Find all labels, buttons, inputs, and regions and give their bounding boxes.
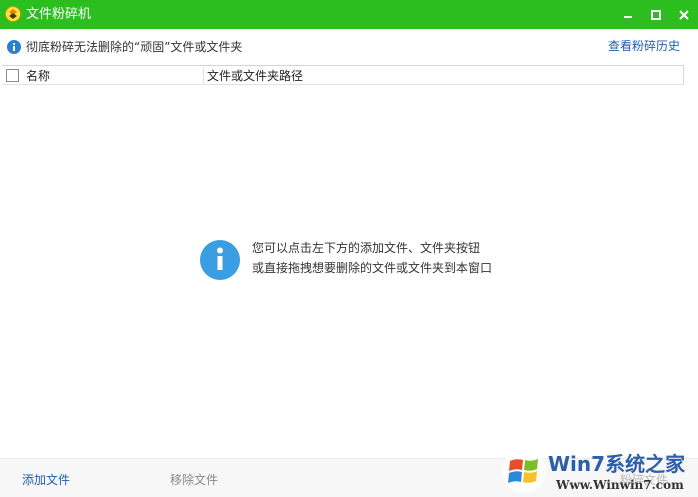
empty-hint-line-1: 您可以点击左下方的添加文件、文件夹按钮 [252,241,481,255]
maximize-icon [651,9,661,20]
file-list[interactable]: 您可以点击左下方的添加文件、文件夹按钮 或直接拖拽想要删除的文件或文件夹到本窗口 [2,86,696,458]
title-bar[interactable]: 文件粉碎机 [0,0,698,29]
select-all-checkbox[interactable] [6,69,19,82]
column-header-name[interactable]: 名称 [26,69,50,83]
shredder-logo-icon [5,6,21,22]
close-button[interactable] [670,0,698,29]
maximize-button[interactable] [642,0,670,29]
file-shredder-window: 文件粉碎机 彻底粉碎无法删除的“顽固”文件或文件夹 查看粉碎历史 名称 文件或文… [0,0,698,497]
info-icon [7,40,21,54]
empty-state-hint: 您可以点击左下方的添加文件、文件夹按钮 或直接拖拽想要删除的文件或文件夹到本窗口 [200,238,520,282]
column-header-path[interactable]: 文件或文件夹路径 [207,69,303,83]
file-list-header: 名称 文件或文件夹路径 [2,65,684,85]
shred-file-button[interactable]: 粉碎文件 [620,473,668,487]
info-large-icon [200,240,240,280]
column-divider[interactable] [203,68,204,84]
column-divider-right [683,66,684,85]
info-bar: 彻底粉碎无法删除的“顽固”文件或文件夹 查看粉碎历史 [0,29,698,65]
minimize-icon [624,15,632,18]
info-text: 彻底粉碎无法删除的“顽固”文件或文件夹 [26,40,243,54]
footer-toolbar: 添加文件 移除文件 粉碎文件 [0,458,698,497]
remove-file-button[interactable]: 移除文件 [170,473,218,487]
empty-hint-line-2: 或直接拖拽想要删除的文件或文件夹到本窗口 [252,261,493,275]
view-history-link[interactable]: 查看粉碎历史 [608,39,680,53]
minimize-button[interactable] [614,0,642,29]
close-icon [679,9,689,20]
window-title: 文件粉碎机 [26,7,92,22]
add-file-button[interactable]: 添加文件 [22,473,70,487]
